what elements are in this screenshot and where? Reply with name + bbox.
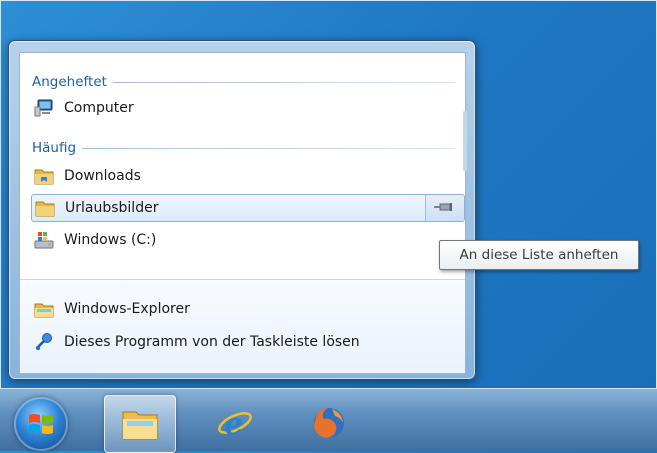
jump-item-urlaubsbilder[interactable]: Urlaubsbilder <box>31 194 465 222</box>
task-label: Windows-Explorer <box>64 301 190 317</box>
computer-icon <box>34 98 54 118</box>
taskbar: e <box>0 388 657 453</box>
jump-item-downloads[interactable]: Downloads <box>34 163 462 189</box>
taskbar-explorer-button[interactable] <box>104 395 176 453</box>
taskbar-internet-explorer-button[interactable]: e <box>200 395 270 451</box>
task-label: Dieses Programm von der Taskleiste lösen <box>64 334 360 350</box>
pin-tooltip: An diese Liste anheften <box>439 240 639 270</box>
section-divider <box>112 81 455 83</box>
explorer-icon <box>34 299 54 319</box>
jump-item-label: Windows (C:) <box>64 232 157 248</box>
pin-icon <box>434 200 456 216</box>
folder-icon <box>35 198 55 218</box>
jump-list: Angeheftet Computer Häufig Downloads Url… <box>8 40 476 380</box>
pin-button[interactable] <box>425 195 464 221</box>
svg-text:e: e <box>224 407 243 441</box>
drive-icon <box>34 230 54 250</box>
jump-list-panel: Angeheftet Computer Häufig Downloads Url… <box>19 52 466 374</box>
section-divider <box>82 147 455 149</box>
tooltip-text: An diese Liste anheften <box>459 247 619 263</box>
jump-item-label: Computer <box>64 100 134 116</box>
tasks-section: Windows-Explorer Dieses Programm von der… <box>20 279 465 373</box>
jump-item-label: Downloads <box>64 168 141 184</box>
pinned-header-label: Angeheftet <box>32 74 107 90</box>
frequent-header-label: Häufig <box>32 140 77 156</box>
task-unpin-from-taskbar[interactable]: Dieses Programm von der Taskleiste lösen <box>34 329 462 355</box>
jump-item-computer[interactable]: Computer <box>34 95 462 121</box>
frequent-section-header: Häufig <box>32 139 455 157</box>
pinned-section-header: Angeheftet <box>32 73 455 91</box>
jump-item-windows-c[interactable]: Windows (C:) <box>34 227 462 253</box>
taskbar-firefox-button[interactable] <box>294 395 364 451</box>
unpin-icon <box>34 332 54 352</box>
jump-item-label: Urlaubsbilder <box>65 200 159 216</box>
task-windows-explorer[interactable]: Windows-Explorer <box>34 296 462 322</box>
folder-icon <box>34 166 54 186</box>
start-button[interactable] <box>14 397 68 451</box>
scroll-indicator <box>463 111 467 171</box>
